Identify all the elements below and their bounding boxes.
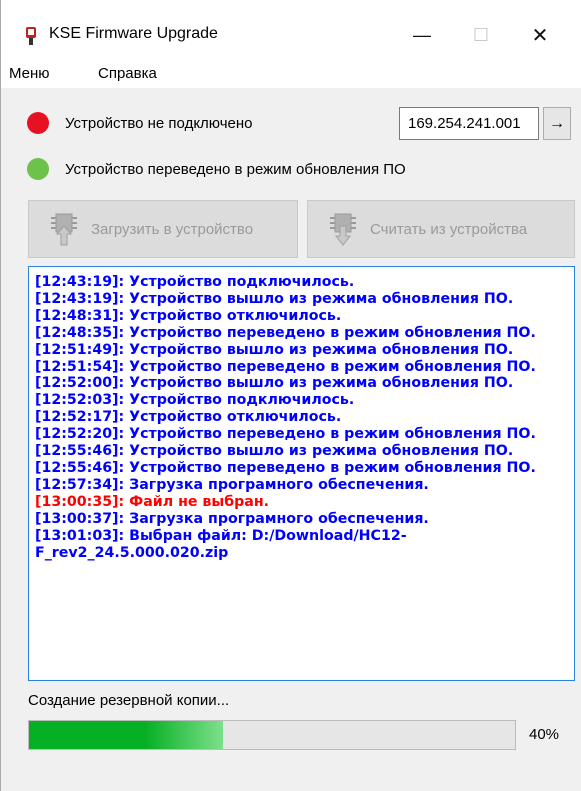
log-line: [12:55:46]: Устройство переведено в режи… — [35, 459, 536, 476]
update-mode-indicator-icon — [27, 158, 49, 180]
mode-status-text: Устройство переведено в режим обновления… — [65, 160, 406, 178]
menu-item-menu[interactable]: Меню — [9, 65, 50, 82]
read-from-device-button[interactable]: Считать из устройства — [307, 200, 575, 258]
progress-bar-fill — [29, 721, 224, 749]
arrow-right-icon: → — [549, 114, 565, 132]
menu-item-help[interactable]: Справка — [98, 65, 157, 82]
progress-bar — [28, 720, 516, 750]
log-line: [12:52:03]: Устройство подключилось. — [35, 392, 355, 409]
log-line: [12:55:46]: Устройство вышло из режима о… — [35, 443, 514, 460]
app-logo-icon — [26, 27, 36, 45]
chip-download-icon — [330, 213, 356, 246]
title-bar[interactable]: KSE Firmware Upgrade — ☐ ✕ — [1, 0, 581, 58]
connection-status-text: Устройство не подключено — [65, 114, 253, 132]
log-line: [12:52:20]: Устройство переведено в режи… — [35, 426, 536, 443]
log-line: [13:01:03]: Выбран файл: D:/Download/HC1… — [35, 527, 407, 561]
log-line: [13:00:37]: Загрузка програмного обеспеч… — [35, 510, 429, 527]
progress-label: Создание резервной копии... — [28, 692, 230, 709]
disconnected-indicator-icon — [27, 112, 49, 134]
log-line: [12:48:35]: Устройство переведено в режи… — [35, 324, 536, 341]
menu-bar: Меню Справка — [1, 58, 581, 88]
connect-button[interactable]: → — [543, 107, 571, 140]
window-title: KSE Firmware Upgrade — [49, 25, 218, 42]
maximize-button[interactable]: ☐ — [452, 12, 510, 58]
upload-to-device-button[interactable]: Загрузить в устройство — [28, 200, 298, 258]
log-line: [12:43:19]: Устройство вышло из режима о… — [35, 290, 514, 307]
minimize-icon: — — [413, 24, 431, 45]
minimize-button[interactable]: — — [393, 12, 451, 58]
upload-button-label: Загрузить в устройство — [91, 220, 254, 238]
chip-upload-icon — [51, 213, 77, 246]
log-line: [12:51:49]: Устройство вышло из режима о… — [35, 341, 514, 358]
read-button-label: Считать из устройства — [370, 220, 528, 238]
log-line: [12:52:17]: Устройство отключилось. — [35, 409, 342, 426]
close-icon: ✕ — [531, 24, 549, 47]
mode-status: Устройство переведено в режим обновления… — [27, 158, 406, 180]
log-line: [12:52:00]: Устройство вышло из режима о… — [35, 375, 514, 392]
ip-address-input[interactable]: 169.254.241.001 — [399, 107, 539, 140]
log-line: [13:00:35]: Файл не выбран. — [35, 493, 270, 510]
log-line: [12:48:31]: Устройство отключилось. — [35, 307, 342, 324]
log-line: [12:51:54]: Устройство переведено в режи… — [35, 358, 536, 375]
maximize-icon: ☐ — [472, 24, 490, 45]
close-button[interactable]: ✕ — [511, 12, 569, 58]
event-log[interactable]: [12:43:19]: Устройство подключилось. [12:… — [28, 266, 575, 681]
log-line: [12:57:34]: Загрузка програмного обеспеч… — [35, 476, 429, 493]
log-line: [12:43:19]: Устройство подключилось. — [35, 274, 355, 290]
app-window: KSE Firmware Upgrade — ☐ ✕ Меню Справка … — [0, 0, 581, 791]
progress-percent: 40% — [529, 726, 560, 743]
connection-status: Устройство не подключено — [27, 112, 253, 134]
